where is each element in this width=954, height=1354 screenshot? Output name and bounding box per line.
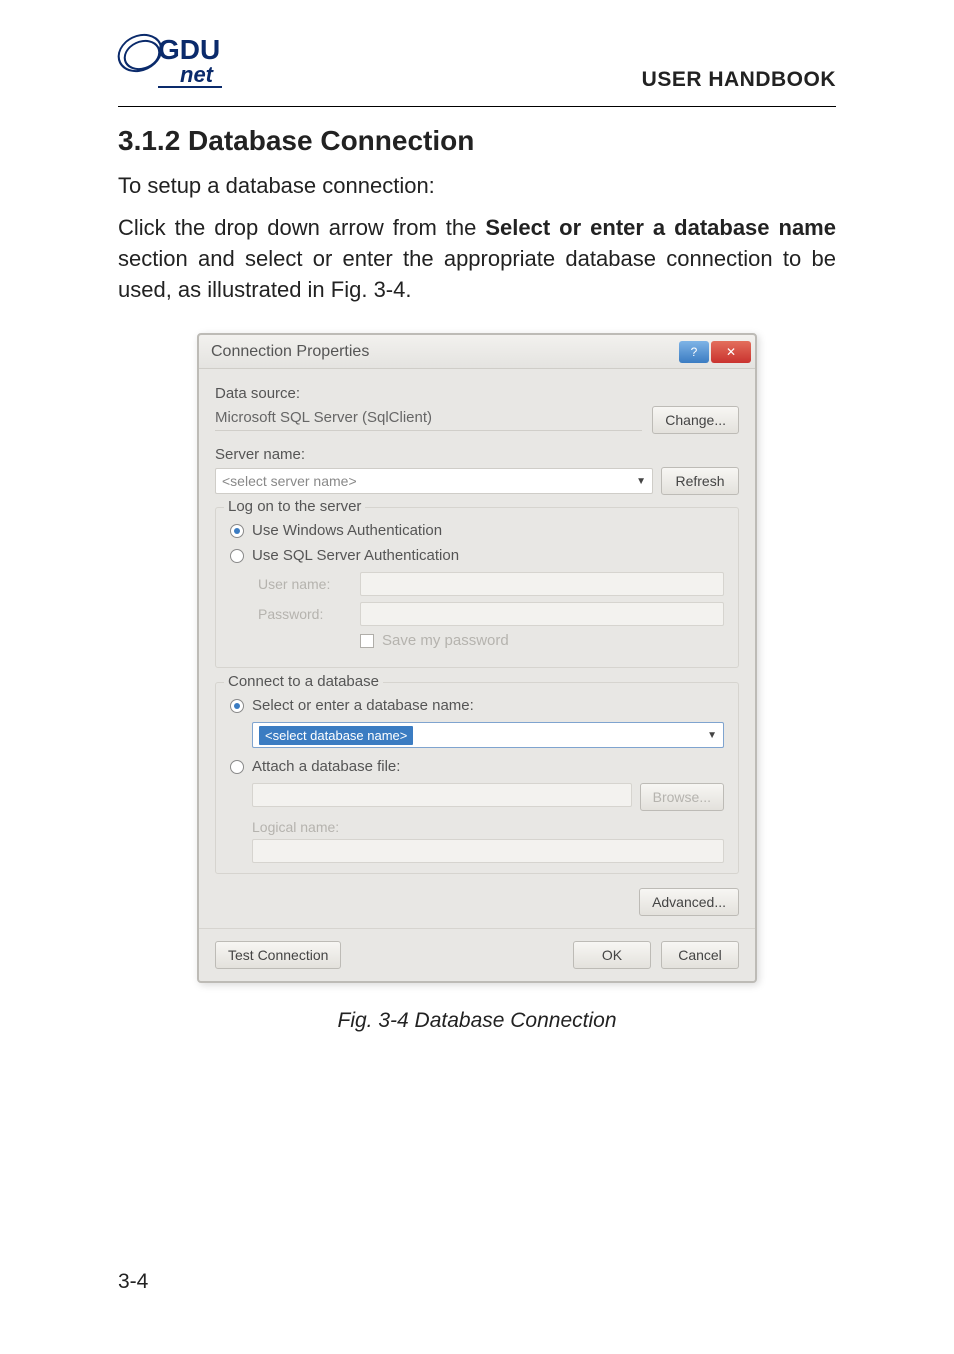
logo-underline xyxy=(158,86,222,88)
attach-db-label: Attach a database file: xyxy=(252,758,400,775)
handbook-title: USER HANDBOOK xyxy=(642,68,836,92)
dialog-body: Data source: Microsoft SQL Server (SqlCl… xyxy=(199,369,755,928)
logo: GDU net xyxy=(118,28,223,98)
logon-group-title: Log on to the server xyxy=(224,498,365,515)
server-name-value: <select server name> xyxy=(222,473,357,489)
figure-caption: Fig. 3-4 Database Connection xyxy=(118,1009,836,1033)
save-password-label: Save my password xyxy=(382,632,509,649)
body-paragraph: Click the drop down arrow from the Selec… xyxy=(118,213,836,305)
attach-db-radio[interactable] xyxy=(230,760,244,774)
data-source-label: Data source: xyxy=(215,385,739,402)
logon-groupbox: Log on to the server Use Windows Authent… xyxy=(215,507,739,668)
dialog-title: Connection Properties xyxy=(211,343,369,361)
change-button[interactable]: Change... xyxy=(652,406,739,434)
sql-auth-radio[interactable] xyxy=(230,549,244,563)
chevron-down-icon: ▼ xyxy=(707,730,717,741)
page-number: 3-4 xyxy=(118,1270,148,1294)
advanced-button[interactable]: Advanced... xyxy=(639,888,739,916)
window-buttons: ? ✕ xyxy=(679,341,751,363)
para-pre: Click the drop down arrow from the xyxy=(118,215,485,240)
windows-auth-label: Use Windows Authentication xyxy=(252,522,442,539)
cancel-button[interactable]: Cancel xyxy=(661,941,739,969)
database-name-combo[interactable]: <select database name> ▼ xyxy=(252,722,724,748)
section-heading: 3.1.2 Database Connection xyxy=(118,125,836,157)
save-password-checkbox xyxy=(360,634,374,648)
dialog-footer: Test Connection OK Cancel xyxy=(199,928,755,981)
connect-db-groupbox: Connect to a database Select or enter a … xyxy=(215,682,739,874)
test-connection-button[interactable]: Test Connection xyxy=(215,941,341,969)
connection-properties-dialog: Connection Properties ? ✕ Data source: M… xyxy=(197,333,757,983)
intro-text: To setup a database connection: xyxy=(118,173,836,199)
attach-file-field xyxy=(252,783,632,807)
help-icon[interactable]: ? xyxy=(679,341,709,363)
windows-auth-radio[interactable] xyxy=(230,524,244,538)
para-bold: Select or enter a database name xyxy=(485,215,836,240)
logical-name-field xyxy=(252,839,724,863)
page-header: GDU net USER HANDBOOK xyxy=(118,28,836,98)
refresh-button[interactable]: Refresh xyxy=(661,467,739,495)
header-divider xyxy=(118,106,836,107)
close-icon[interactable]: ✕ xyxy=(711,341,751,363)
server-name-combo[interactable]: <select server name> ▼ xyxy=(215,468,653,494)
logo-subtext: net xyxy=(180,62,213,88)
password-label: Password: xyxy=(258,606,350,622)
username-field xyxy=(360,572,724,596)
browse-button: Browse... xyxy=(640,783,724,811)
chevron-down-icon: ▼ xyxy=(636,476,646,487)
select-db-radio[interactable] xyxy=(230,699,244,713)
username-label: User name: xyxy=(258,576,350,592)
database-name-value: <select database name> xyxy=(259,726,413,745)
select-db-label: Select or enter a database name: xyxy=(252,697,474,714)
dialog-titlebar: Connection Properties ? ✕ xyxy=(199,335,755,369)
password-field xyxy=(360,602,724,626)
para-post: section and select or enter the appropri… xyxy=(118,246,836,302)
data-source-value: Microsoft SQL Server (SqlClient) xyxy=(215,409,642,431)
sql-auth-label: Use SQL Server Authentication xyxy=(252,547,459,564)
server-name-label: Server name: xyxy=(215,446,739,463)
logical-name-label: Logical name: xyxy=(252,819,724,835)
connect-db-title: Connect to a database xyxy=(224,673,383,690)
ok-button[interactable]: OK xyxy=(573,941,651,969)
